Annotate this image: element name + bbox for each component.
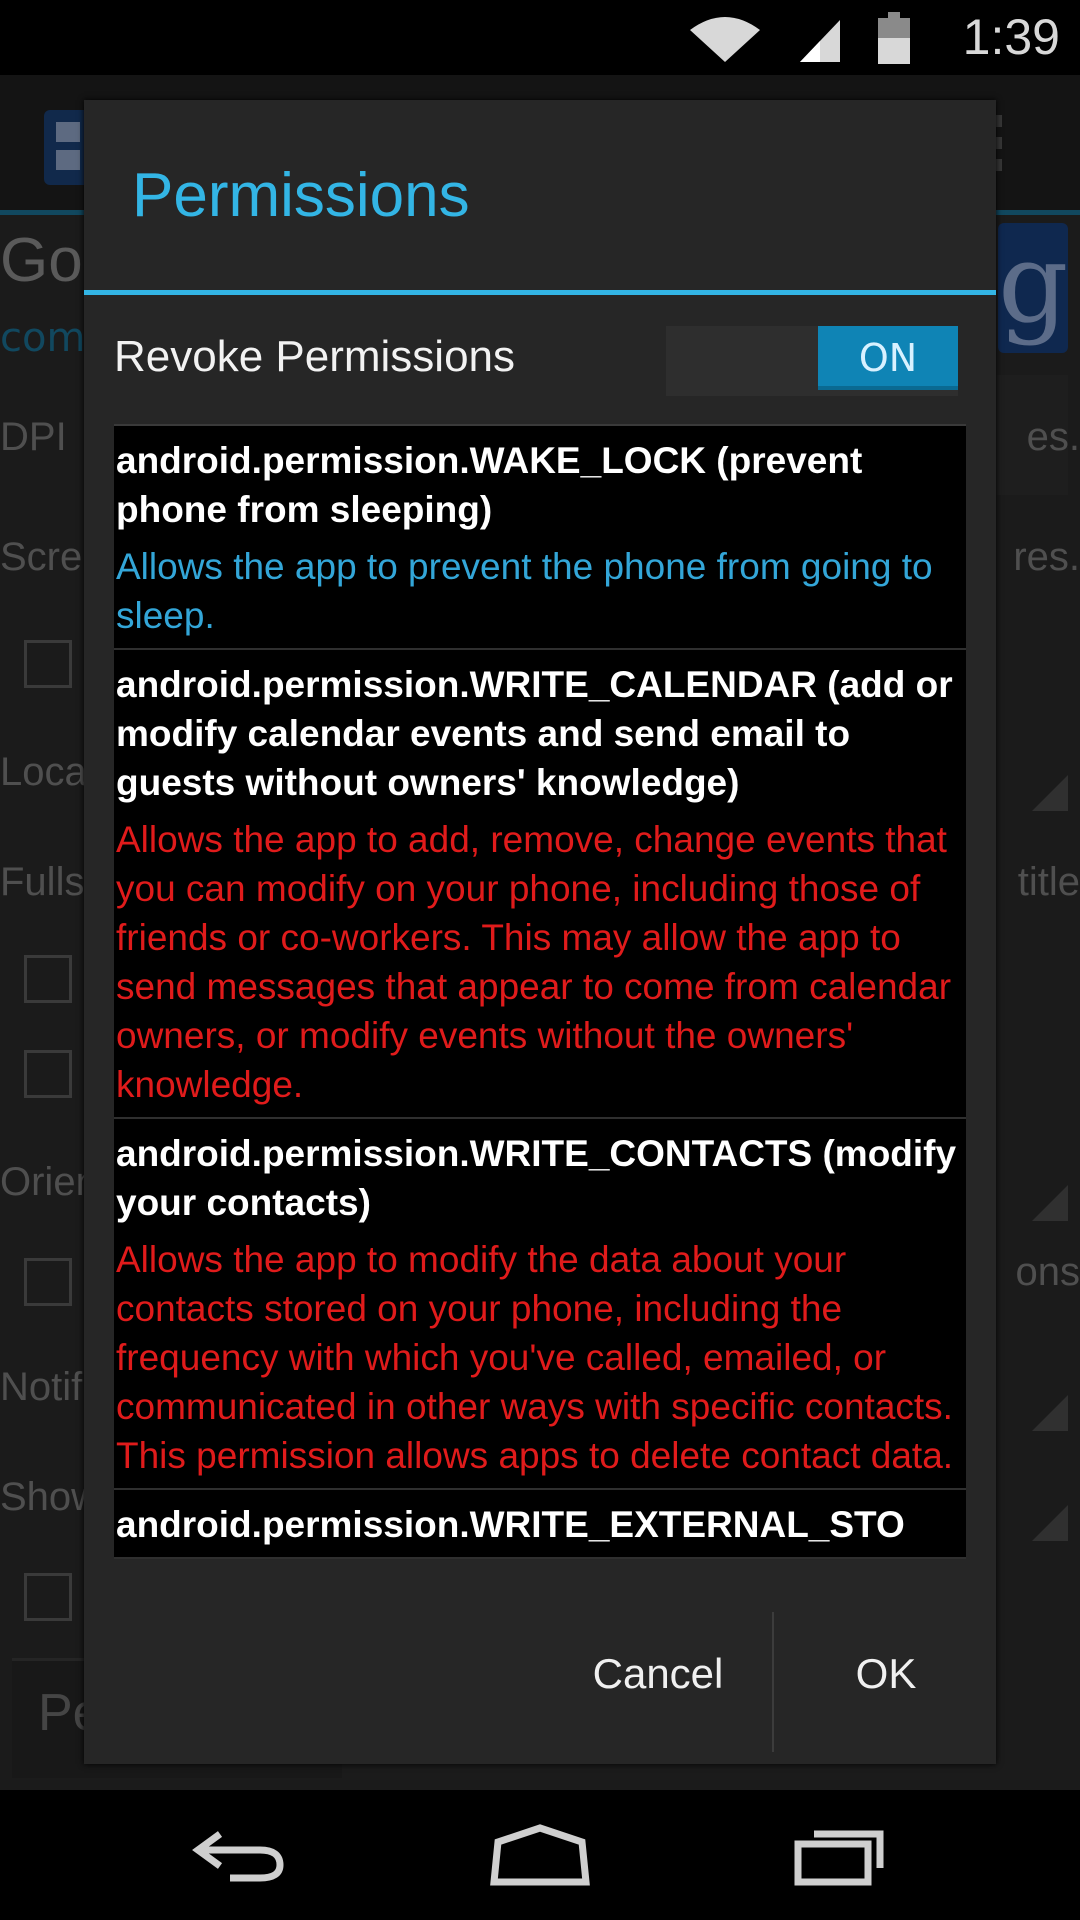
title-divider: [84, 290, 996, 295]
permission-name: android.permission.WAKE_LOCK (prevent ph…: [116, 440, 863, 530]
button-divider: [772, 1612, 774, 1752]
revoke-permissions-toggle[interactable]: ON: [666, 326, 958, 396]
toggle-on-state: ON: [818, 326, 958, 390]
permission-name: android.permission.WRITE_CALENDAR (add o…: [116, 664, 953, 803]
permission-description: Allows the app to add, remove, change ev…: [116, 819, 952, 1105]
permissions-dialog: Permissions Revoke Permissions ON androi…: [84, 100, 996, 1764]
battery-icon: [878, 12, 910, 64]
status-bar: 1:39: [0, 0, 1080, 75]
home-icon[interactable]: [488, 1820, 592, 1890]
dialog-button-bar: Cancel OK: [84, 1584, 996, 1764]
recents-icon[interactable]: [790, 1820, 890, 1890]
status-time: 1:39: [962, 9, 1060, 65]
status-icons: [690, 12, 910, 64]
permission-name: android.permission.WRITE_CONTACTS (modif…: [116, 1133, 957, 1223]
permission-item: android.permission.WAKE_LOCK (prevent ph…: [114, 426, 966, 650]
ok-button[interactable]: OK: [776, 1584, 996, 1764]
permission-description: Allows the app to prevent the phone from…: [116, 546, 933, 636]
navigation-bar: [0, 1790, 1080, 1920]
permission-name: android.permission.WRITE_EXTERNAL_STO: [116, 1504, 905, 1545]
revoke-permissions-label: Revoke Permissions: [114, 332, 516, 381]
permission-item: android.permission.WRITE_CONTACTS (modif…: [114, 1119, 966, 1490]
permission-item: android.permission.WRITE_EXTERNAL_STO: [114, 1490, 966, 1559]
permission-description: Allows the app to modify the data about …: [116, 1239, 954, 1476]
permission-list[interactable]: android.permission.WAKE_LOCK (prevent ph…: [114, 424, 966, 1562]
wifi-icon: [690, 17, 760, 62]
back-icon[interactable]: [190, 1820, 290, 1890]
dialog-title: Permissions: [132, 161, 470, 230]
cancel-button[interactable]: Cancel: [554, 1584, 762, 1764]
permission-item: android.permission.WRITE_CALENDAR (add o…: [114, 650, 966, 1119]
signal-icon: [800, 20, 840, 62]
